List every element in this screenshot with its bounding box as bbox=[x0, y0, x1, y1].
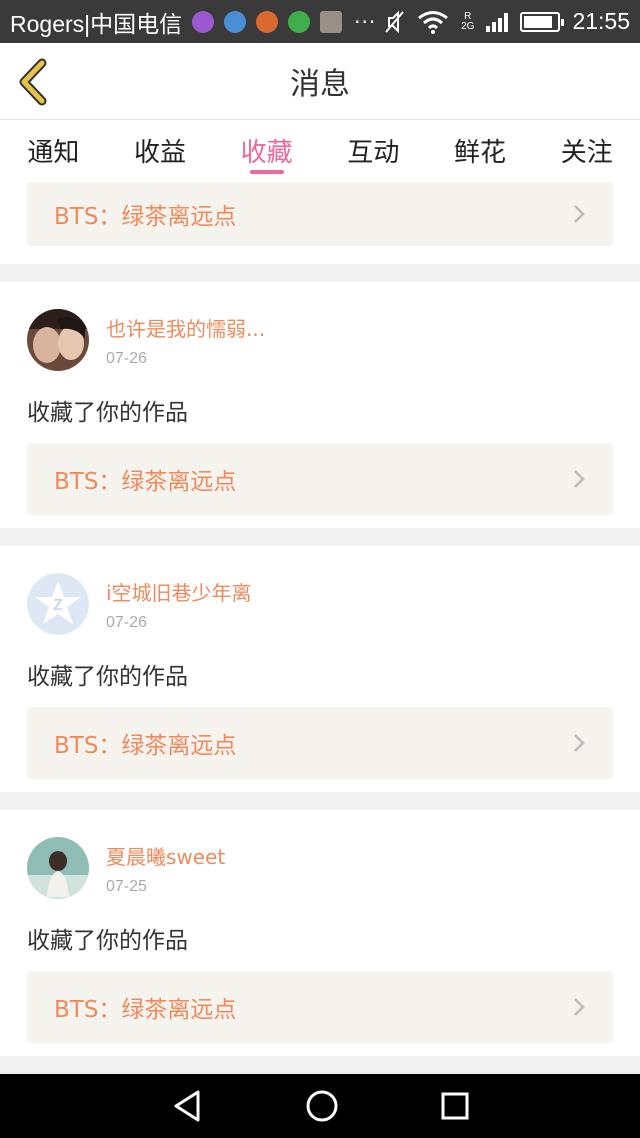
chevron-right-icon bbox=[574, 470, 585, 488]
app-notification-icon bbox=[192, 10, 215, 33]
recents-square-icon[interactable] bbox=[440, 1091, 470, 1121]
app-notification-icon bbox=[224, 10, 247, 33]
list-item: Z i空城旧巷少年离 07-26 收藏了你的作品 BTS：绿茶离远点 bbox=[0, 546, 640, 792]
svg-text:Z: Z bbox=[53, 597, 63, 614]
app-header: 消息 bbox=[0, 43, 640, 120]
chevron-right-icon bbox=[574, 998, 585, 1016]
date-label: 07-25 bbox=[106, 878, 147, 895]
username[interactable]: 也许是我的懦弱... bbox=[106, 313, 265, 342]
clock: 21:55 bbox=[572, 8, 630, 34]
date-label: 07-26 bbox=[106, 350, 147, 367]
work-title: BTS：绿茶离远点 bbox=[54, 997, 237, 1023]
back-triangle-icon[interactable] bbox=[170, 1088, 204, 1124]
home-circle-icon[interactable] bbox=[305, 1089, 339, 1123]
date-label: 07-26 bbox=[106, 614, 147, 631]
tab-earnings[interactable]: 收益 bbox=[107, 120, 214, 182]
work-link[interactable]: BTS：绿茶离远点 bbox=[27, 182, 613, 246]
roaming-label: R bbox=[464, 10, 472, 22]
category-tabs: 通知 收益 收藏 互动 鲜花 关注 bbox=[0, 120, 640, 182]
tab-favorites[interactable]: 收藏 bbox=[213, 120, 320, 182]
message-feed: BTS：绿茶离远点 也许是我的懦弱... 07-26 收藏了你的作品 BTS：绿… bbox=[0, 182, 640, 1074]
chevron-right-icon bbox=[574, 734, 585, 752]
action-text: 收藏了你的作品 bbox=[27, 400, 188, 426]
battery-icon bbox=[520, 11, 565, 32]
work-link[interactable]: BTS：绿茶离远点 bbox=[27, 971, 613, 1043]
username[interactable]: 夏晨曦sweet bbox=[106, 841, 225, 870]
action-text: 收藏了你的作品 bbox=[27, 664, 188, 690]
page-title: 消息 bbox=[290, 67, 350, 102]
avatar[interactable] bbox=[27, 837, 89, 899]
app-notification-icon bbox=[288, 10, 311, 33]
tab-following[interactable]: 关注 bbox=[533, 120, 640, 182]
carrier-label: Rogers|中国电信 bbox=[10, 10, 183, 37]
avatar[interactable]: Z bbox=[27, 573, 89, 635]
network-indicator: R 2G bbox=[461, 10, 475, 32]
tab-interactions[interactable]: 互动 bbox=[320, 120, 427, 182]
username[interactable]: i空城旧巷少年离 bbox=[106, 577, 252, 606]
tab-notifications[interactable]: 通知 bbox=[0, 120, 107, 182]
app-notification-icon bbox=[256, 10, 279, 33]
tab-flowers[interactable]: 鲜花 bbox=[427, 120, 534, 182]
list-item: 夏晨曦sweet 07-25 收藏了你的作品 BTS：绿茶离远点 bbox=[0, 810, 640, 1056]
list-item: BTS：绿茶离远点 bbox=[0, 182, 640, 264]
system-navigation-bar bbox=[0, 1074, 640, 1138]
wifi-icon bbox=[418, 10, 449, 34]
status-bar: Rogers|中国电信 ··· R 2G 21:55 bbox=[0, 0, 640, 43]
action-text: 收藏了你的作品 bbox=[27, 928, 188, 954]
work-link[interactable]: BTS：绿茶离远点 bbox=[27, 443, 613, 515]
mute-icon bbox=[385, 10, 404, 33]
network-type-label: 2G bbox=[461, 20, 475, 32]
notification-icons bbox=[192, 10, 343, 33]
work-link[interactable]: BTS：绿茶离远点 bbox=[27, 707, 613, 779]
chevron-right-icon bbox=[574, 205, 585, 223]
work-title: BTS：绿茶离远点 bbox=[54, 204, 237, 230]
overflow-indicator: ··· bbox=[354, 9, 377, 34]
list-item: 也许是我的懦弱... 07-26 收藏了你的作品 BTS：绿茶离远点 bbox=[0, 282, 640, 528]
work-title: BTS：绿茶离远点 bbox=[54, 469, 237, 495]
chevron-left-icon[interactable] bbox=[12, 57, 56, 107]
signal-icon bbox=[486, 12, 509, 32]
work-title: BTS：绿茶离远点 bbox=[54, 733, 237, 759]
app-notification-icon bbox=[320, 10, 343, 33]
avatar[interactable] bbox=[27, 309, 89, 371]
